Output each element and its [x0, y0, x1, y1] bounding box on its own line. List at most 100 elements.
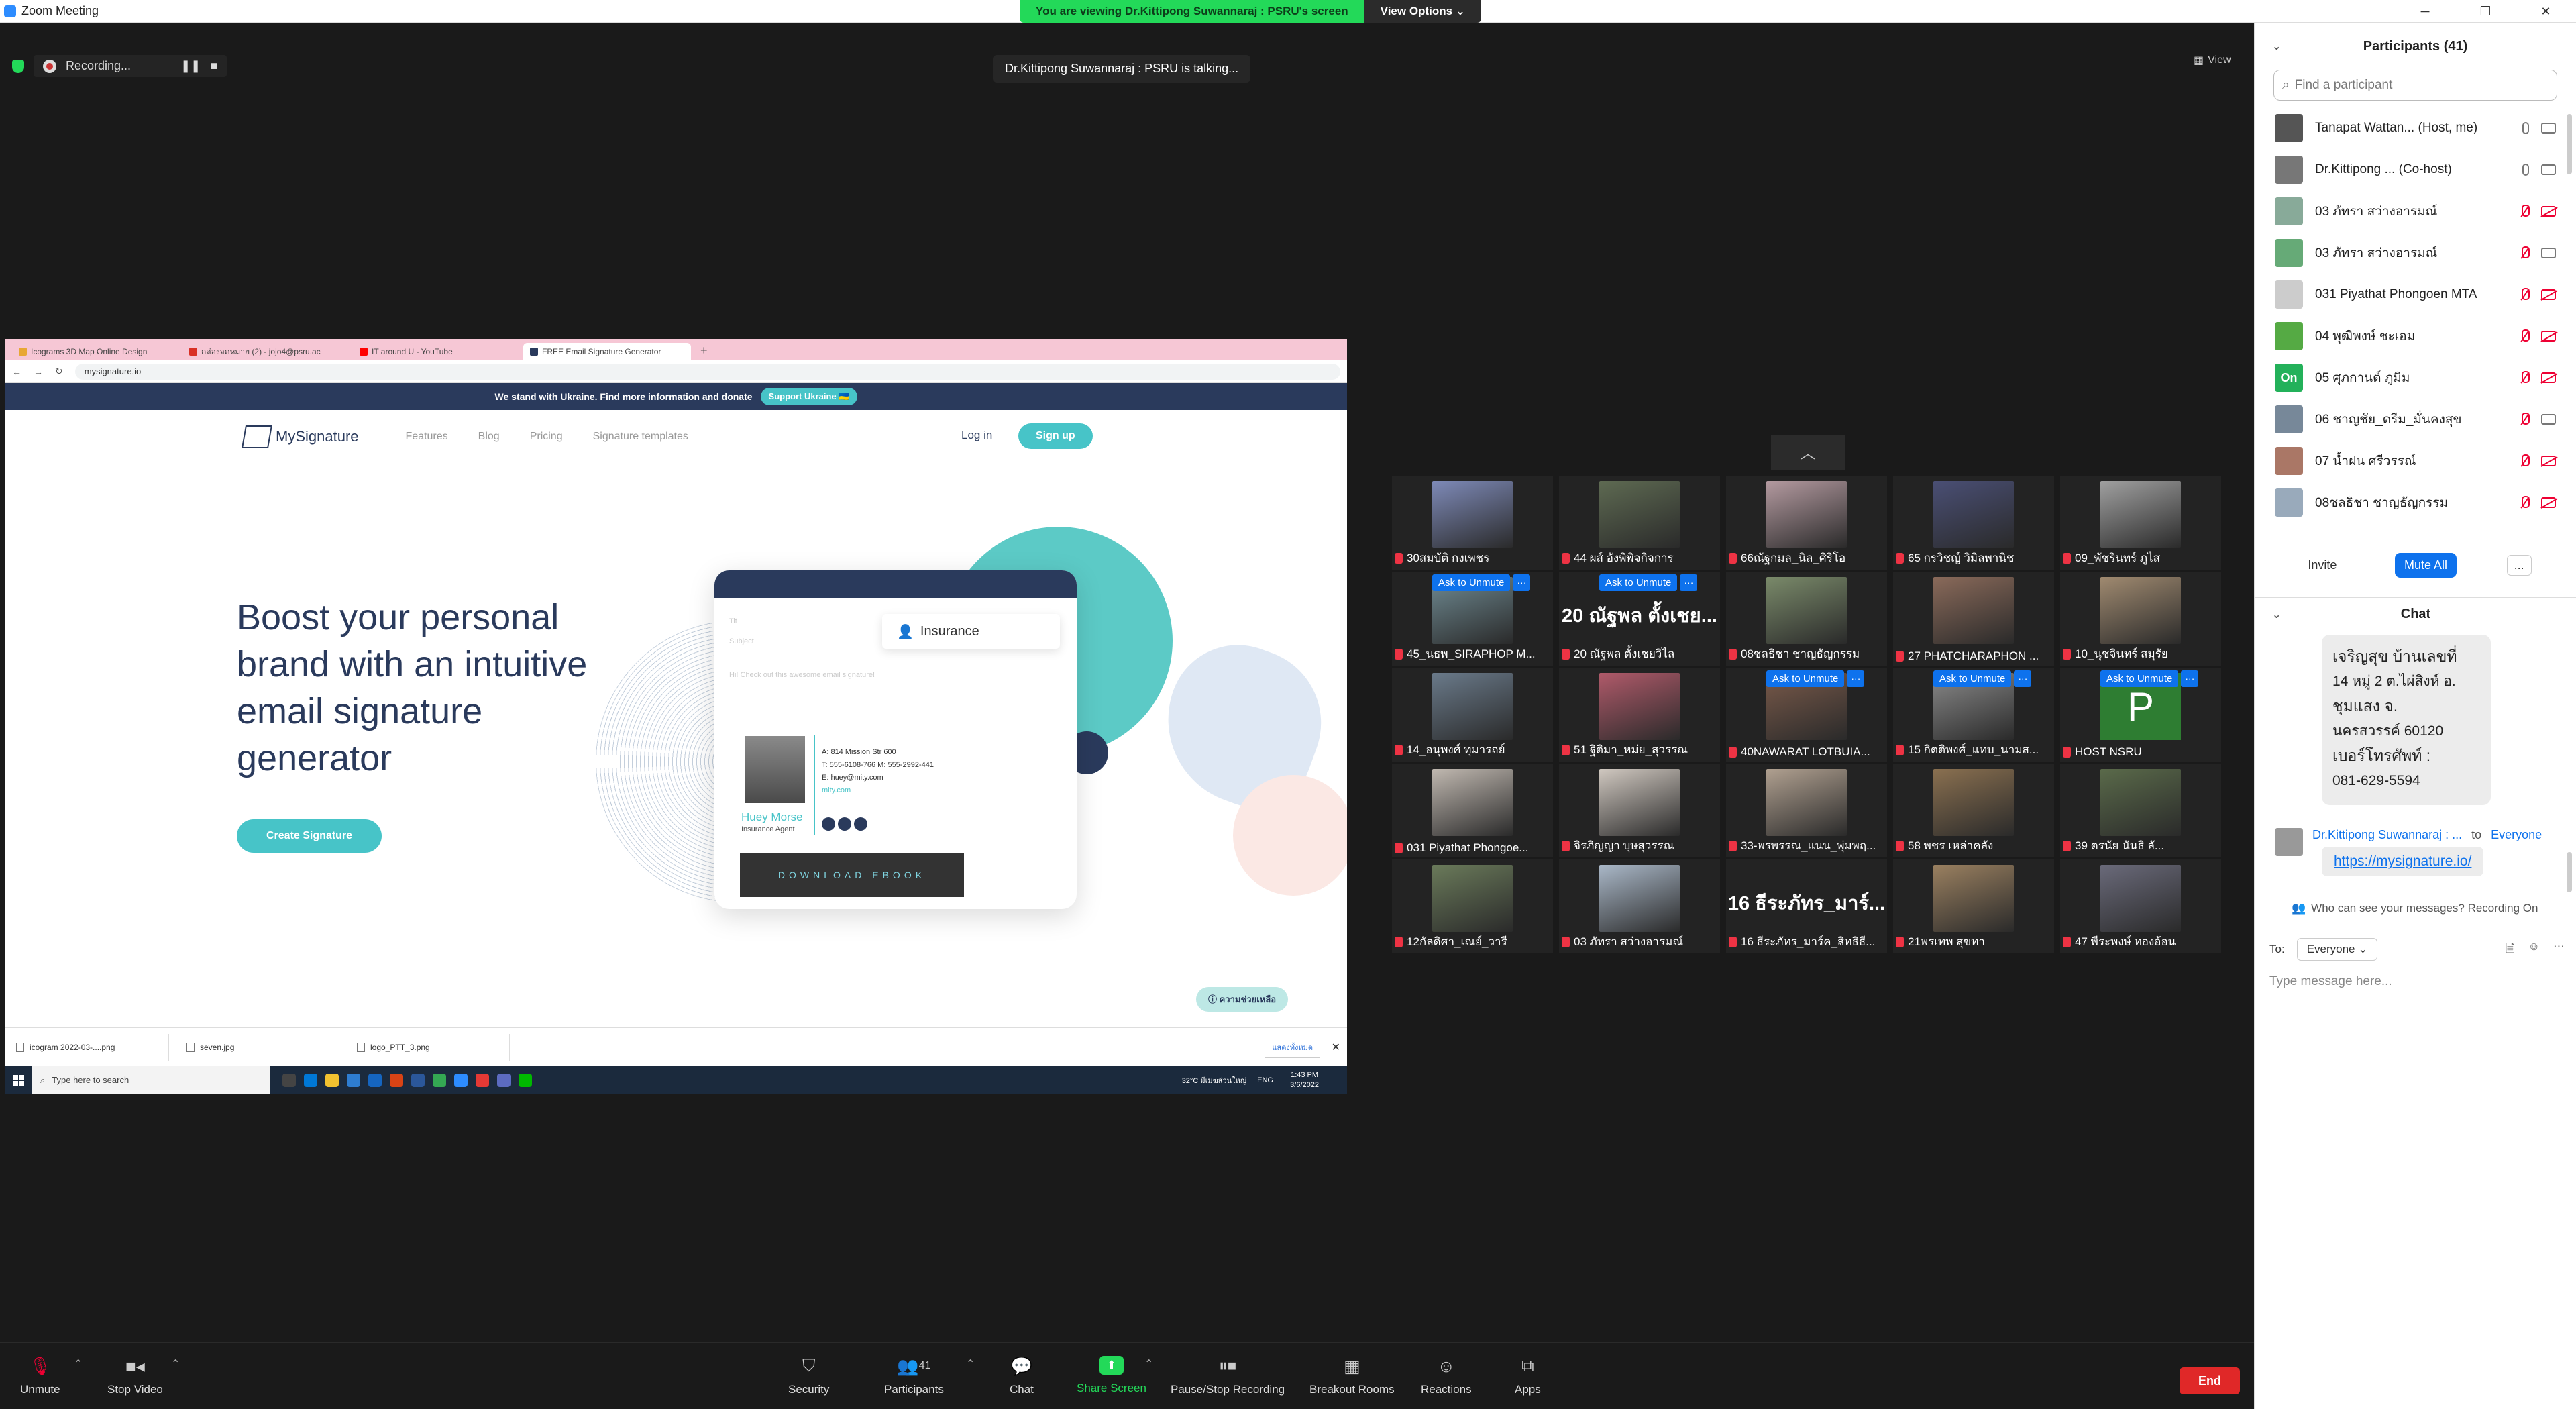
browser-tab-gmail[interactable]: กล่องจดหมาย (2) - jojo4@psru.ac: [182, 343, 350, 360]
support-ukraine-button[interactable]: Support Ukraine 🇺🇦: [760, 388, 858, 405]
word-icon[interactable]: [411, 1073, 425, 1087]
taskbar-clock[interactable]: 1:43 PM 3/6/2022: [1290, 1070, 1319, 1090]
video-tile[interactable]: 51 ฐิติมา_หม่ย_สุวรรณ: [1559, 668, 1720, 762]
chrome-icon[interactable]: [433, 1073, 446, 1087]
mail-icon[interactable]: [368, 1073, 382, 1087]
video-tile[interactable]: 08ชลธิชา ชาญธัญกรรม: [1726, 572, 1887, 666]
explorer-icon[interactable]: [325, 1073, 339, 1087]
office-icon[interactable]: [390, 1073, 403, 1087]
video-tile[interactable]: Ask to Unmute ··· 45_นธพ_SIRAPHOP M...: [1392, 572, 1553, 666]
breakout-rooms-button[interactable]: ▦ Breakout Rooms: [1309, 1356, 1395, 1396]
video-tile[interactable]: 12กัลดิศา_เณย์_วารี: [1392, 859, 1553, 953]
participant-row[interactable]: 07 น้ำฝน ศรีวรรณ์: [2255, 440, 2576, 482]
video-tile[interactable]: 65 กรวิชญ์ วิมิลพานิช: [1893, 476, 2054, 570]
video-tile[interactable]: จิรภิญญา บุษสุวรรณ: [1559, 764, 1720, 857]
login-link[interactable]: Log in: [961, 429, 992, 442]
forward-icon[interactable]: →: [34, 366, 43, 377]
taskbar-search[interactable]: ⌕ Type here to search: [32, 1066, 270, 1094]
participants-scrollbar[interactable]: [2567, 114, 2572, 174]
help-button[interactable]: ⓘ ความช่วยเหลือ: [1196, 987, 1289, 1012]
more-options-button[interactable]: ...: [2506, 555, 2532, 576]
close-download-bar-icon[interactable]: ✕: [1332, 1041, 1340, 1054]
tile-more-icon[interactable]: ···: [2181, 670, 2199, 687]
browser-tab-youtube[interactable]: IT around U - YouTube: [353, 343, 521, 360]
video-tile[interactable]: 16 ธีระภัทร_มาร์... 16 ธีระภัทร_มาร์ค_สิท…: [1726, 859, 1887, 953]
audio-options-icon[interactable]: ⌃: [74, 1357, 83, 1371]
chat-more-icon[interactable]: ⋯: [2553, 940, 2565, 959]
minimize-icon[interactable]: ─: [2395, 0, 2455, 23]
video-tile[interactable]: 58 พชร เหล่าคลัง: [1893, 764, 2054, 857]
nav-signature-templates[interactable]: Signature templates: [593, 431, 688, 443]
ask-to-unmute-button[interactable]: Ask to Unmute: [1766, 670, 1845, 687]
video-tile[interactable]: 39 ตรนัย นันธิ ลั...: [2060, 764, 2221, 857]
signup-button[interactable]: Sign up: [1018, 423, 1093, 449]
collapse-participants-icon[interactable]: ⌄: [2272, 40, 2281, 53]
participants-options-icon[interactable]: ⌃: [966, 1357, 975, 1371]
share-options-icon[interactable]: ⌃: [1144, 1357, 1153, 1371]
ask-to-unmute-button[interactable]: Ask to Unmute: [1933, 670, 2012, 687]
download-item[interactable]: seven.jpg: [186, 1033, 339, 1061]
reload-icon[interactable]: ↻: [55, 366, 63, 377]
edge-icon[interactable]: [304, 1073, 317, 1087]
view-button[interactable]: ▦ View: [2194, 54, 2231, 67]
close-icon[interactable]: ✕: [2516, 0, 2576, 23]
mute-all-button[interactable]: Mute All: [2394, 553, 2457, 578]
tile-more-icon[interactable]: ···: [1680, 574, 1698, 591]
video-tile[interactable]: 09_พัชรินทร์ ภูไส: [2060, 476, 2221, 570]
participant-row[interactable]: 04 พุฒิพงษ์ ชะเอม: [2255, 315, 2576, 357]
ask-to-unmute-button[interactable]: Ask to Unmute: [1432, 574, 1511, 591]
chat-input[interactable]: Type message here...: [2269, 974, 2392, 989]
video-tile[interactable]: 27 PHATCHARAPHON ...: [1893, 572, 2054, 666]
download-ebook-button[interactable]: DOWNLOAD EBOOK: [740, 853, 964, 897]
nav-features[interactable]: Features: [406, 431, 448, 443]
line-icon[interactable]: [519, 1073, 532, 1087]
video-tile[interactable]: 21พรเทพ สุขทา: [1893, 859, 2054, 953]
video-tile[interactable]: 66ณัฐกมล_นิล_ศิริโอ: [1726, 476, 1887, 570]
participants-button[interactable]: 👥 41 Participants: [884, 1356, 944, 1396]
video-tile[interactable]: 10_นุชจินทร์ สมุรัย: [2060, 572, 2221, 666]
shield-icon[interactable]: [12, 59, 24, 73]
ask-to-unmute-button[interactable]: Ask to Unmute: [1599, 574, 1678, 591]
video-tile[interactable]: Ask to Unmute ··· 15 กิตติพงศ์_แทบ_นามส...: [1893, 668, 2054, 762]
pause-stop-recording-button[interactable]: ⏸⏹ Pause/Stop Recording: [1171, 1355, 1285, 1396]
invite-button[interactable]: Invite: [2300, 553, 2345, 578]
chrome-2-icon[interactable]: [476, 1073, 489, 1087]
participant-row[interactable]: 08ชลธิชา ชาญธัญกรรม: [2255, 482, 2576, 523]
end-meeting-button[interactable]: End: [2180, 1367, 2240, 1394]
app-icon[interactable]: [497, 1073, 511, 1087]
chat-scrollbar[interactable]: [2567, 852, 2572, 892]
view-options-button[interactable]: View Options ⌄: [1364, 0, 1482, 23]
nav-pricing[interactable]: Pricing: [530, 431, 563, 443]
tile-more-icon[interactable]: ···: [2014, 670, 2032, 687]
security-button[interactable]: ⛉ Security: [788, 1355, 829, 1396]
video-tile[interactable]: 47 พีระพงษ์ ทองอ้อน: [2060, 859, 2221, 953]
emoji-icon[interactable]: ☺: [2528, 940, 2540, 959]
video-tile[interactable]: 14_อนุพงศ์ ทุมารถย์: [1392, 668, 1553, 762]
tile-more-icon[interactable]: ···: [1513, 574, 1531, 591]
participant-row[interactable]: Tanapat Wattan... (Host, me): [2255, 107, 2576, 149]
video-tile[interactable]: 44 ผส์ อังพิพิจกิจการ: [1559, 476, 1720, 570]
unmute-button[interactable]: 🎙 Unmute: [20, 1356, 60, 1396]
share-screen-button[interactable]: ⬆ Share Screen: [1077, 1356, 1146, 1395]
video-tile[interactable]: Ask to Unmute ··· 40NAWARAT LOTBUIA...: [1726, 668, 1887, 762]
participant-row[interactable]: On 05 ศุภกานต์ ภูมิม: [2255, 357, 2576, 399]
participant-row[interactable]: Dr.Kittipong ... (Co-host): [2255, 149, 2576, 191]
participant-row[interactable]: 03 ภัทรา สว่างอารมณ์: [2255, 191, 2576, 232]
video-tile[interactable]: 33-พรพรรณ_แนน_พุ่มพฤ...: [1726, 764, 1887, 857]
back-icon[interactable]: ←: [12, 366, 21, 377]
collapse-chat-icon[interactable]: ⌄: [2272, 608, 2281, 621]
browser-tab-mysignature[interactable]: FREE Email Signature Generator: [523, 343, 691, 360]
pause-recording-icon[interactable]: ❚❚: [180, 59, 201, 73]
ask-to-unmute-button[interactable]: Ask to Unmute: [2100, 670, 2179, 687]
weather-text[interactable]: 32°C มีเมฆส่วนใหญ่: [1182, 1074, 1246, 1086]
video-tile[interactable]: P Ask to Unmute ··· HOST NSRU: [2060, 668, 2221, 762]
zoom-app-icon[interactable]: [454, 1073, 468, 1087]
mysignature-logo[interactable]: MySignature: [241, 425, 359, 448]
chat-button[interactable]: 💬 Chat: [1010, 1356, 1034, 1396]
reactions-button[interactable]: ☺ Reactions: [1421, 1356, 1472, 1396]
new-tab-button[interactable]: +: [694, 344, 714, 360]
show-all-button[interactable]: แสดงทั้งหมด: [1265, 1036, 1320, 1058]
browser-tab-icograms[interactable]: Icograms 3D Map Online Design: [12, 343, 180, 360]
apps-button[interactable]: ⧉ Apps: [1515, 1355, 1541, 1396]
video-tile[interactable]: 031 Piyathat Phongoe...: [1392, 764, 1553, 857]
